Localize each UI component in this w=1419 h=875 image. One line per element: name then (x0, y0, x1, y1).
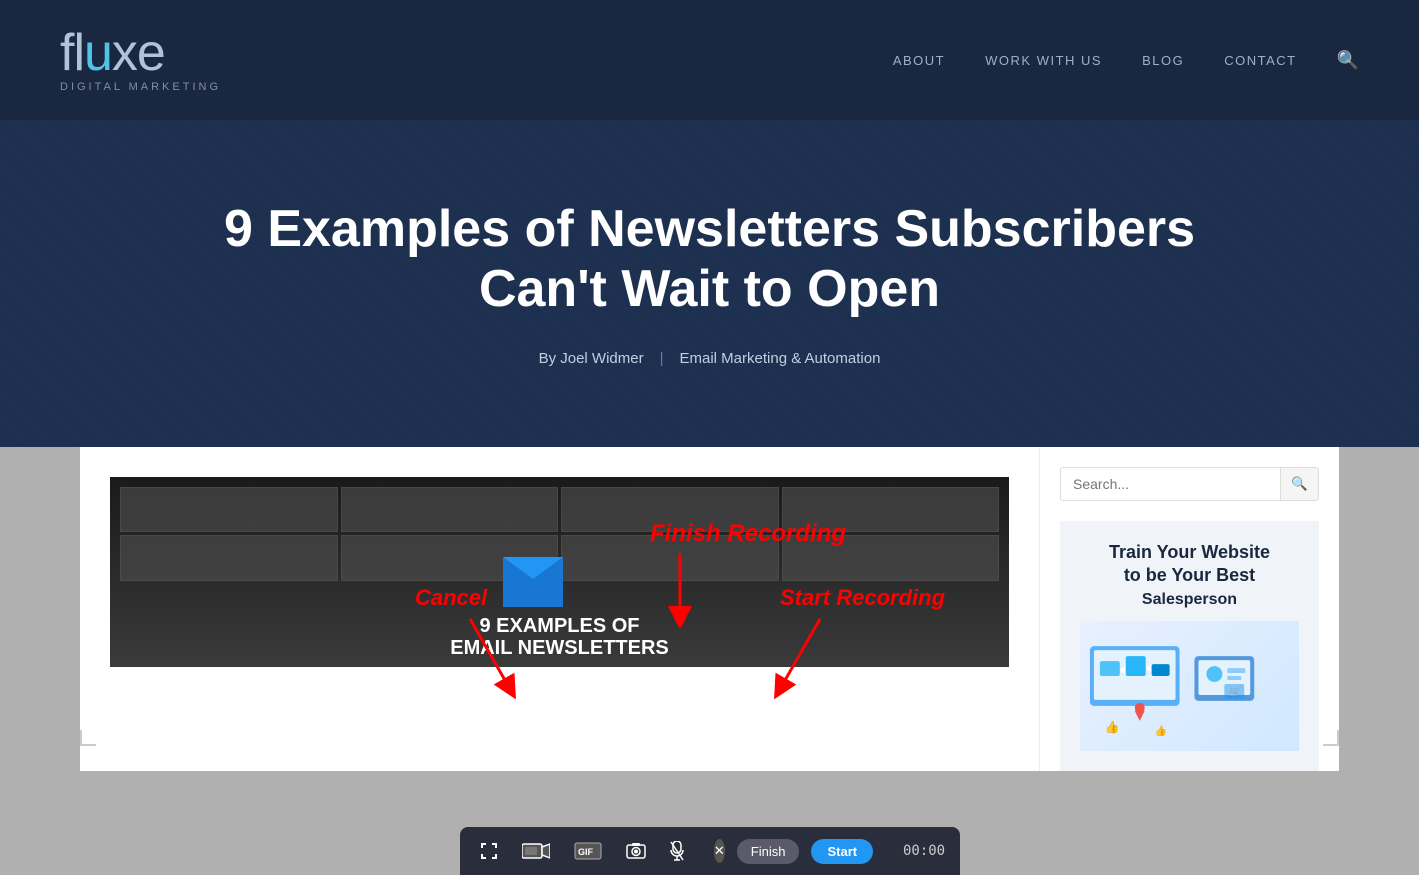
header-search-icon[interactable]: 🔍 (1337, 50, 1359, 71)
fullscreen-button[interactable] (474, 838, 504, 864)
recording-toolbar: GIF ✕ Finish Start 00:00 (460, 827, 960, 875)
close-button[interactable]: ✕ (714, 839, 725, 863)
main-nav: ABOUT WORK WITH US BLOG CONTACT 🔍 (893, 50, 1359, 71)
content-wrapper: 9 EXAMPLES OF EMAIL NEWSLETTERS 🔍 Train … (80, 447, 1339, 772)
svg-text:GIF: GIF (578, 847, 594, 857)
article-image-text: 9 EXAMPLES OF EMAIL NEWSLETTERS (110, 615, 1009, 659)
search-box: 🔍 (1060, 467, 1319, 501)
logo[interactable]: fluxe DIGITAL MARKETING (60, 27, 221, 93)
svg-text:👍: 👍 (1105, 720, 1120, 734)
search-button[interactable]: 🔍 (1280, 468, 1318, 500)
email-icon (503, 557, 563, 607)
promo-image: 🛒 👍 👍 (1080, 621, 1299, 751)
article-meta: By Joel Widmer | Email Marketing & Autom… (200, 350, 1219, 367)
promo-title: Train Your Websiteto be Your BestSalespe… (1080, 541, 1299, 612)
video-button[interactable] (516, 838, 556, 864)
site-header: fluxe DIGITAL MARKETING ABOUT WORK WITH … (0, 0, 1419, 120)
article-image: 9 EXAMPLES OF EMAIL NEWSLETTERS (110, 477, 1009, 667)
meta-separator: | (660, 350, 664, 367)
hero-section: 9 Examples of Newsletters Subscribers Ca… (0, 120, 1419, 447)
nav-blog[interactable]: BLOG (1142, 53, 1184, 68)
search-input[interactable] (1061, 468, 1280, 500)
svg-text:👍: 👍 (1155, 724, 1167, 737)
author: By Joel Widmer (539, 350, 644, 367)
logo-text: fluxe (60, 27, 221, 79)
svg-text:🛒: 🛒 (1229, 685, 1241, 698)
screenshot-button[interactable] (620, 838, 652, 864)
nav-work-with-us[interactable]: WORK WITH US (985, 53, 1102, 68)
boundary-bottom-right (1323, 730, 1339, 746)
mic-button[interactable] (664, 837, 690, 865)
gif-button[interactable]: GIF (568, 838, 608, 864)
sidebar-promo: Train Your Websiteto be Your BestSalespe… (1060, 521, 1319, 772)
start-button[interactable]: Start (811, 839, 873, 864)
finish-button[interactable]: Finish (737, 839, 800, 864)
nav-contact[interactable]: CONTACT (1224, 53, 1296, 68)
nav-about[interactable]: ABOUT (893, 53, 945, 68)
timer-display: 00:00 (885, 843, 945, 859)
boundary-bottom-left (80, 730, 96, 746)
main-content: 9 EXAMPLES OF EMAIL NEWSLETTERS (80, 447, 1039, 772)
sidebar: 🔍 Train Your Websiteto be Your BestSales… (1039, 447, 1339, 772)
article-title: 9 Examples of Newsletters Subscribers Ca… (200, 200, 1219, 320)
logo-subtitle: DIGITAL MARKETING (60, 81, 221, 93)
category[interactable]: Email Marketing & Automation (680, 350, 881, 367)
